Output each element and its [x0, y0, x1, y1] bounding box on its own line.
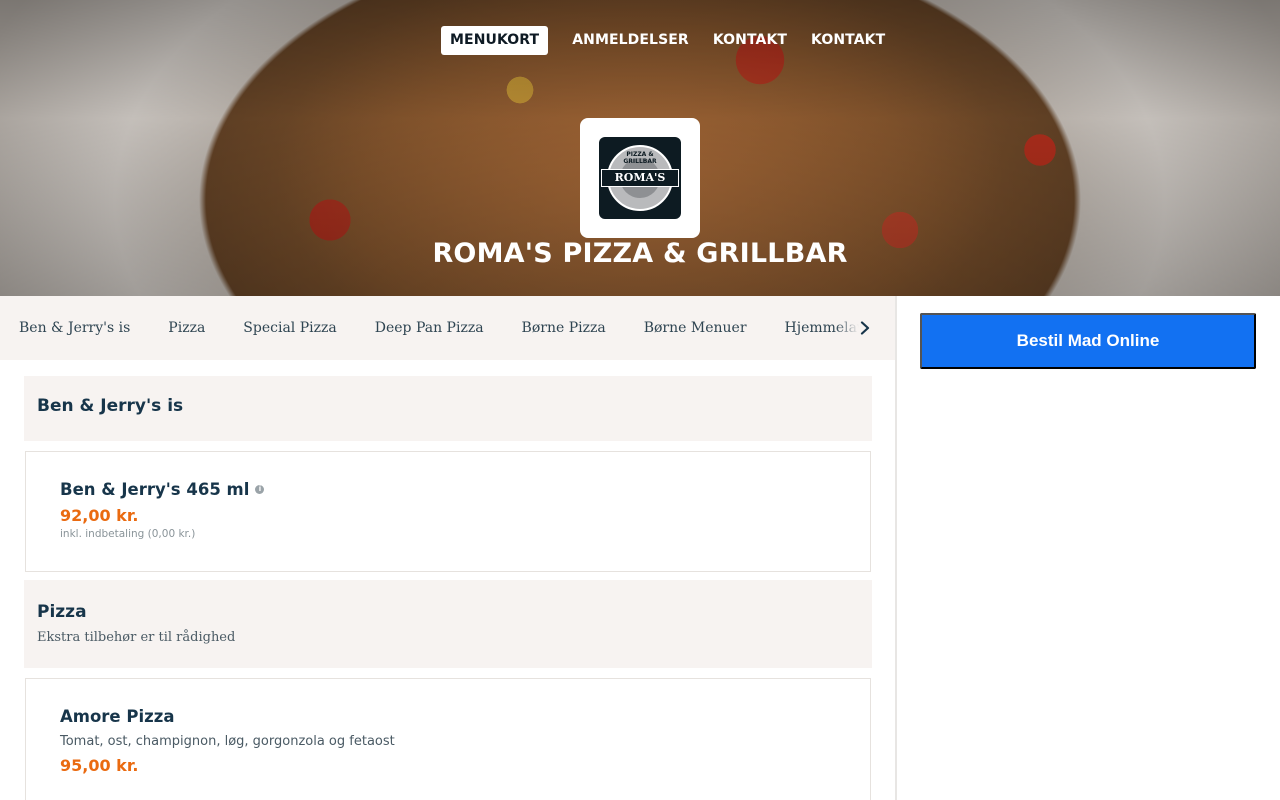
item-name: Amore Pizza	[60, 707, 836, 726]
section-description: Ekstra tilbehør er til rådighed	[37, 630, 236, 645]
column-divider	[895, 296, 897, 800]
nav-menukort[interactable]: MENUKORT	[441, 26, 549, 55]
info-icon[interactable]: i	[255, 485, 265, 494]
category-scroll-right-button[interactable]	[835, 296, 895, 360]
item-name-text: Amore Pizza	[60, 707, 175, 726]
category-borne-pizza[interactable]: Børne Pizza	[503, 320, 625, 336]
nav-anmeldelser[interactable]: ANMELDELSER	[560, 26, 701, 55]
item-deposit: inkl. indbetaling (0,00 kr.)	[60, 528, 196, 540]
top-navigation: MENUKORT ANMELDELSER KONTAKT KONTAKT	[441, 26, 897, 55]
hero-banner: MENUKORT ANMELDELSER KONTAKT KONTAKT PIZ…	[0, 0, 1280, 296]
nav-kontakt[interactable]: KONTAKT	[701, 26, 799, 55]
section-header: Pizza Ekstra tilbehør er til rådighed	[24, 580, 872, 668]
category-borne-menuer[interactable]: Børne Menuer	[625, 320, 766, 336]
category-bar: Ben & Jerry's is Pizza Special Pizza Dee…	[0, 296, 895, 360]
category-special-pizza[interactable]: Special Pizza	[224, 320, 355, 336]
logo-wordmark: ROMA'S	[601, 169, 679, 187]
category-deep-pan-pizza[interactable]: Deep Pan Pizza	[356, 320, 503, 336]
restaurant-logo: PIZZA & GRILLBAR ROMA'S	[580, 118, 700, 238]
item-name-text: Ben & Jerry's 465 ml	[60, 480, 250, 499]
section-title: Ben & Jerry's is	[37, 396, 184, 416]
section-header: Ben & Jerry's is	[24, 376, 872, 441]
menu-item-card[interactable]: Ben & Jerry's 465 ml i 92,00 kr. inkl. i…	[25, 451, 871, 572]
menu-list: Ben & Jerry's is Ben & Jerry's 465 ml i …	[24, 376, 872, 800]
section-title: Pizza	[37, 602, 87, 622]
restaurant-name: ROMA'S PIZZA & GRILLBAR	[432, 238, 848, 269]
item-price: 95,00 kr.	[60, 756, 139, 775]
order-online-button[interactable]: Bestil Mad Online	[920, 313, 1256, 369]
logo-arc-text: PIZZA & GRILLBAR	[623, 151, 657, 165]
item-price: 92,00 kr.	[60, 506, 139, 525]
menu-item-card[interactable]: Amore Pizza Tomat, ost, champignon, løg,…	[25, 678, 871, 800]
chevron-right-icon	[860, 321, 870, 335]
category-pizza[interactable]: Pizza	[149, 320, 224, 336]
item-name: Ben & Jerry's 465 ml i	[60, 480, 836, 499]
item-description: Tomat, ost, champignon, løg, gorgonzola …	[60, 734, 395, 749]
logo-emblem: PIZZA & GRILLBAR ROMA'S	[599, 137, 681, 219]
nav-kontakt-2[interactable]: KONTAKT	[799, 26, 897, 55]
category-ben-jerrys[interactable]: Ben & Jerry's is	[0, 320, 149, 336]
